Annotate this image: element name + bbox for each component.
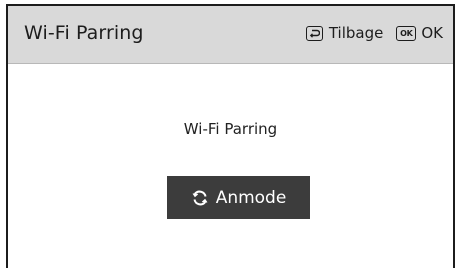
refresh-icon — [191, 189, 209, 207]
page-title: Wi-Fi Parring — [24, 22, 144, 44]
pair-button-label: Anmode — [215, 187, 287, 208]
back-key-icon — [305, 25, 323, 41]
pairing-label: Wi-Fi Parring — [183, 120, 278, 138]
pair-request-button[interactable]: Anmode — [167, 176, 310, 219]
back-label: Tilbage — [328, 24, 384, 42]
ok-label: OK — [421, 24, 443, 42]
ok-hint[interactable]: OK OK — [396, 24, 443, 42]
header-bar: Wi-Fi Parring Tilbage OK OK — [8, 6, 453, 64]
ok-key-icon: OK — [396, 25, 417, 41]
wifi-pairing-panel: Wi-Fi Parring Tilbage OK OK Wi-Fi Parrin… — [6, 4, 455, 268]
header-controls: Tilbage OK OK — [305, 24, 443, 42]
back-hint[interactable]: Tilbage — [305, 24, 384, 42]
